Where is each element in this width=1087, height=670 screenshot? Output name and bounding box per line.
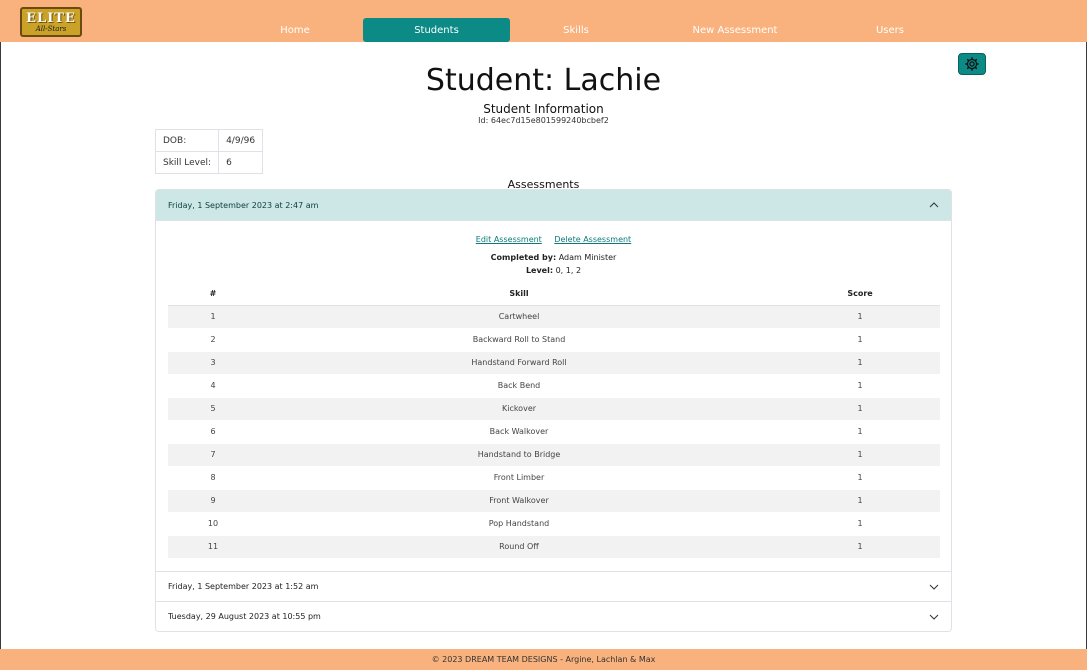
row-score: 1: [780, 535, 940, 559]
student-info-table: DOB: 4/9/96 Skill Level: 6: [154, 129, 264, 174]
row-score: 1: [780, 374, 940, 398]
elite-all-stars-logo[interactable]: ELITE All-Stars: [20, 7, 82, 37]
level-line: Level: 0, 1, 2: [156, 266, 951, 275]
assessment-header-1[interactable]: Friday, 1 September 2023 at 2:47 am: [156, 190, 951, 220]
table-row: 9 Front Walkover 1: [168, 489, 940, 513]
dob-value: 4/9/96: [218, 129, 264, 152]
assessments-accordion: Friday, 1 September 2023 at 2:47 am Edit…: [155, 189, 952, 632]
skills-table: # Skill Score 1 Cartwheel 1 2 Backward R…: [168, 283, 940, 559]
skills-table-header: # Skill Score: [168, 283, 940, 306]
skill-level-row: Skill Level: 6: [154, 151, 264, 174]
row-skill: Front Walkover: [258, 489, 780, 513]
row-score: 1: [780, 489, 940, 513]
row-score: 1: [780, 443, 940, 467]
completed-by-label: Completed by:: [490, 253, 557, 262]
page-title: Student: Lachie: [425, 63, 662, 98]
row-number: 8: [168, 466, 258, 490]
completed-by-line: Completed by: Adam Minister: [156, 253, 951, 262]
table-row: 2 Backward Roll to Stand 1: [168, 328, 940, 352]
assessment-actions: Edit Assessment Delete Assessment: [156, 235, 951, 244]
chevron-down-icon: [929, 614, 939, 620]
nav-skills[interactable]: Skills: [530, 18, 622, 42]
row-number: 4: [168, 374, 258, 398]
assessment-date: Friday, 1 September 2023 at 1:52 am: [168, 582, 319, 591]
row-number: 6: [168, 420, 258, 444]
row-score: 1: [780, 466, 940, 490]
assessment-date: Tuesday, 29 August 2023 at 10:55 pm: [168, 612, 321, 621]
row-score: 1: [780, 305, 940, 329]
nav-students[interactable]: Students: [363, 18, 510, 42]
level-value: 0, 1, 2: [555, 266, 582, 275]
chevron-up-icon: [929, 202, 939, 208]
row-number: 9: [168, 489, 258, 513]
student-id: Id: 64ec7d15e801599240bcbef2: [478, 116, 609, 125]
row-skill: Handstand Forward Roll: [258, 351, 780, 375]
assessment-date: Friday, 1 September 2023 at 2:47 am: [168, 200, 319, 210]
table-row: 1 Cartwheel 1: [168, 305, 940, 329]
footer-text: © 2023 DREAM TEAM DESIGNS - Argine, Lach…: [431, 655, 656, 664]
table-row: 7 Handstand to Bridge 1: [168, 443, 940, 467]
assessment-body-1: Edit Assessment Delete Assessment Comple…: [156, 220, 951, 571]
row-skill: Round Off: [258, 535, 780, 559]
row-score: 1: [780, 351, 940, 375]
edit-assessment-link[interactable]: Edit Assessment: [476, 235, 542, 244]
header-skill: Skill: [258, 283, 780, 306]
row-score: 1: [780, 420, 940, 444]
delete-assessment-link[interactable]: Delete Assessment: [554, 235, 631, 244]
row-skill: Back Bend: [258, 374, 780, 398]
row-score: 1: [780, 328, 940, 352]
row-skill: Backward Roll to Stand: [258, 328, 780, 352]
footer: © 2023 DREAM TEAM DESIGNS - Argine, Lach…: [0, 649, 1087, 670]
row-skill: Back Walkover: [258, 420, 780, 444]
row-number: 3: [168, 351, 258, 375]
dob-row: DOB: 4/9/96: [154, 129, 264, 152]
table-row: 5 Kickover 1: [168, 397, 940, 421]
assessment-header-2[interactable]: Friday, 1 September 2023 at 1:52 am: [156, 571, 951, 601]
row-number: 10: [168, 512, 258, 536]
completed-by-value: Adam Minister: [558, 253, 617, 262]
header-number: #: [168, 283, 258, 306]
row-number: 2: [168, 328, 258, 352]
row-skill: Cartwheel: [258, 305, 780, 329]
row-skill: Handstand to Bridge: [258, 443, 780, 467]
row-number: 1: [168, 305, 258, 329]
row-number: 11: [168, 535, 258, 559]
skill-level-value: 6: [218, 151, 264, 174]
row-number: 7: [168, 443, 258, 467]
header-score: Score: [780, 283, 940, 306]
row-skill: Front Limber: [258, 466, 780, 490]
row-skill: Kickover: [258, 397, 780, 421]
student-information-heading: Student Information: [483, 102, 604, 116]
logo-main-text: ELITE: [26, 10, 76, 26]
row-score: 1: [780, 397, 940, 421]
table-row: 8 Front Limber 1: [168, 466, 940, 490]
table-row: 11 Round Off 1: [168, 535, 940, 559]
nav-home[interactable]: Home: [240, 18, 350, 42]
assessment-header-3[interactable]: Tuesday, 29 August 2023 at 10:55 pm: [156, 601, 951, 631]
chevron-down-icon: [929, 584, 939, 590]
table-row: 3 Handstand Forward Roll 1: [168, 351, 940, 375]
row-skill: Pop Handstand: [258, 512, 780, 536]
logo-sub-text: All-Stars: [35, 24, 67, 33]
nav-users[interactable]: Users: [840, 18, 940, 42]
top-navbar: ELITE All-Stars Home Students Skills New…: [0, 0, 1087, 42]
nav-new-assessment[interactable]: New Assessment: [660, 18, 810, 42]
dob-label: DOB:: [154, 129, 220, 152]
row-score: 1: [780, 512, 940, 536]
table-row: 4 Back Bend 1: [168, 374, 940, 398]
table-row: 10 Pop Handstand 1: [168, 512, 940, 536]
table-row: 6 Back Walkover 1: [168, 420, 940, 444]
row-number: 5: [168, 397, 258, 421]
skill-level-label: Skill Level:: [154, 151, 220, 174]
level-label: Level:: [525, 266, 554, 275]
